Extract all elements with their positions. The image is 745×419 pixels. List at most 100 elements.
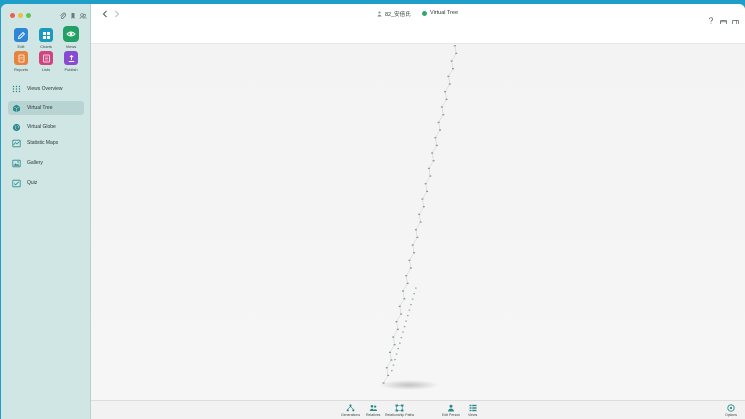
relationship-paths-button[interactable]: Relationship Paths <box>385 404 414 417</box>
tree-person-node[interactable] <box>447 75 450 78</box>
breadcrumb[interactable]: 82_安倍氏 <box>377 10 411 18</box>
tree-person-node[interactable] <box>408 309 411 311</box>
generations-button[interactable]: Generations <box>341 404 360 417</box>
tree-person-node[interactable] <box>415 287 417 289</box>
edit-person-button[interactable]: Edit Person <box>442 404 460 417</box>
people-icon[interactable] <box>79 12 87 20</box>
mode-publish-label: Publish <box>64 67 78 72</box>
tree-person-node[interactable] <box>397 348 399 350</box>
tree-person-node[interactable] <box>422 206 425 208</box>
tree-person-node[interactable] <box>396 328 399 331</box>
tree-person-node[interactable] <box>432 160 435 162</box>
mode-edit[interactable]: Edit <box>11 28 31 49</box>
tree-person-node[interactable] <box>393 344 396 346</box>
tree-person-node[interactable] <box>405 320 407 322</box>
tree-person-node[interactable] <box>409 267 412 269</box>
window-layout-icon[interactable] <box>720 12 727 25</box>
tree-person-node[interactable] <box>431 152 434 154</box>
virtual-tree-graphic[interactable] <box>91 37 745 400</box>
tree-person-node[interactable] <box>424 183 427 185</box>
quiz-icon <box>12 179 21 187</box>
tree-person-node[interactable] <box>410 304 412 306</box>
tree-person-node[interactable] <box>453 45 456 47</box>
mode-reports[interactable]: Reports <box>11 51 31 72</box>
tree-person-node[interactable] <box>408 259 411 262</box>
sidebar-item-virtual-globe[interactable]: Virtual Globe <box>8 120 84 134</box>
tree-person-node[interactable] <box>402 331 404 333</box>
tree-person-node[interactable] <box>392 364 395 366</box>
tree-person-node[interactable] <box>444 91 447 93</box>
sidebar-item-views-overview[interactable]: Views Overview <box>8 82 84 96</box>
tree-person-node[interactable] <box>419 221 422 223</box>
mode-lists[interactable]: Lists <box>36 51 56 72</box>
views-button[interactable]: Views <box>468 404 477 417</box>
tree-person-node[interactable] <box>406 282 409 285</box>
tree-person-node[interactable] <box>395 321 398 323</box>
views-list-icon <box>468 404 477 412</box>
tree-person-node[interactable] <box>418 213 421 216</box>
tree-person-node[interactable] <box>391 370 393 372</box>
tree-person-node[interactable] <box>390 359 393 361</box>
sidebar-item-statistic-maps[interactable]: Statistic Maps <box>8 136 84 150</box>
mode-views[interactable]: Views <box>61 26 81 49</box>
tree-person-node[interactable] <box>403 298 406 300</box>
tree-person-node[interactable] <box>434 137 437 139</box>
tree-person-node[interactable] <box>445 98 448 101</box>
tree-person-node[interactable] <box>392 336 395 338</box>
tree-person-node[interactable] <box>385 367 388 369</box>
tree-person-node[interactable] <box>439 129 442 131</box>
sidebar-toggle-icon[interactable] <box>732 12 739 25</box>
tree-person-node[interactable] <box>426 190 429 193</box>
tree-person-node[interactable] <box>448 83 451 85</box>
tree-person-node[interactable] <box>437 121 440 124</box>
back-arrow-icon[interactable] <box>102 10 108 20</box>
mode-charts[interactable]: Charts <box>36 28 56 49</box>
grid-dots-icon <box>12 85 21 93</box>
help-icon[interactable] <box>708 11 714 24</box>
tree-person-node[interactable] <box>435 144 438 147</box>
tree-person-node[interactable] <box>421 198 424 200</box>
tree-person-node[interactable] <box>452 68 455 70</box>
zoom-window-button[interactable] <box>26 13 31 18</box>
tree-person-node[interactable] <box>399 342 401 344</box>
options-button[interactable]: Options <box>725 404 737 417</box>
close-window-button[interactable] <box>10 13 15 18</box>
tree-person-node[interactable] <box>403 326 406 328</box>
tree-person-node[interactable] <box>394 359 396 361</box>
bookmark-icon[interactable] <box>69 12 77 20</box>
tree-person-node[interactable] <box>411 298 414 300</box>
paperclip-icon[interactable] <box>59 12 67 20</box>
tree-person-node[interactable] <box>401 290 404 292</box>
tree-person-node[interactable] <box>398 305 401 308</box>
breadcrumb-view-item[interactable]: Virtual Tree <box>422 10 458 16</box>
tree-person-node[interactable] <box>388 351 391 354</box>
tree-person-node[interactable] <box>442 114 445 116</box>
tree-person-node[interactable] <box>414 229 417 231</box>
tree-person-node[interactable] <box>413 252 416 254</box>
tree-person-node[interactable] <box>382 382 385 384</box>
tree-person-node[interactable] <box>429 175 432 177</box>
mode-publish[interactable]: Publish <box>61 51 81 72</box>
relationship-paths-icon <box>385 404 414 412</box>
tree-person-node[interactable] <box>455 52 458 55</box>
tree-person-node[interactable] <box>407 315 409 317</box>
tree-person-node[interactable] <box>387 374 390 377</box>
sidebar-item-gallery[interactable]: Gallery <box>8 156 84 170</box>
relatives-button[interactable]: Relatives <box>366 404 380 417</box>
tree-branches <box>383 37 460 384</box>
forward-arrow-icon[interactable] <box>114 10 120 20</box>
tree-person-node[interactable] <box>395 353 398 355</box>
tree-person-node[interactable] <box>416 236 419 239</box>
tree-person-node[interactable] <box>450 60 453 62</box>
tree-person-node[interactable] <box>405 275 408 277</box>
tree-person-node[interactable] <box>440 106 443 108</box>
virtual-tree-canvas[interactable] <box>91 37 745 400</box>
tree-person-node[interactable] <box>427 167 430 170</box>
minimize-window-button[interactable] <box>18 13 23 18</box>
sidebar-item-virtual-tree[interactable]: Virtual Tree <box>8 101 84 115</box>
tree-person-node[interactable] <box>400 337 403 339</box>
sidebar-item-quiz[interactable]: Quiz <box>8 176 84 190</box>
tree-person-node[interactable] <box>411 244 414 246</box>
tree-person-node[interactable] <box>413 293 415 295</box>
tree-person-node[interactable] <box>400 313 403 315</box>
